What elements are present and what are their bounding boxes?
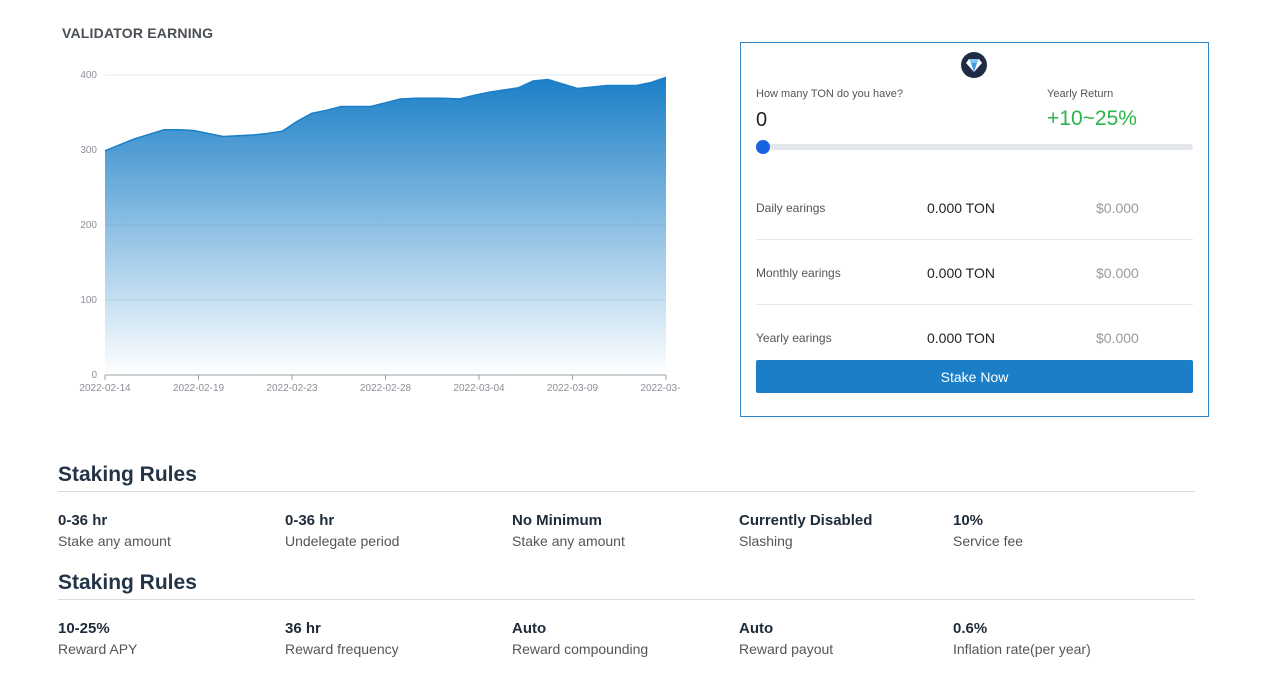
rule-value: 10-25% [58, 620, 110, 637]
x-tick-label: 2022-03-09 [547, 383, 599, 394]
row-ton-value: 0.000 TON [927, 200, 995, 216]
yearly-return-label: Yearly Return [1047, 88, 1114, 100]
row-label: Monthly earings [756, 266, 841, 280]
rule-value: Currently Disabled [739, 512, 873, 529]
rule-label: Reward APY [58, 641, 138, 657]
y-tick-label: 200 [80, 220, 97, 231]
rules-list: 0-36 hr Stake any amount 0-36 hr Undeleg… [58, 492, 1195, 550]
rule-value: 0-36 hr [285, 512, 335, 529]
gem-icon [961, 52, 987, 78]
rule-value: No Minimum [512, 512, 602, 529]
chart-title: VALIDATOR EARNING [62, 25, 214, 41]
rule-item: 10-25% Reward APY [58, 600, 137, 657]
earning-area [105, 77, 666, 376]
daily-earnings-row: Daily earings 0.000 TON $0.000 [756, 175, 1193, 240]
section-title: Staking Rules [58, 571, 1195, 600]
rule-item: Currently Disabled Slashing [739, 492, 872, 549]
row-ton-value: 0.000 TON [927, 330, 995, 346]
rules-list: 10-25% Reward APY 36 hr Reward frequency… [58, 600, 1195, 658]
rule-label: Stake any amount [512, 533, 625, 549]
slider-thumb[interactable] [756, 140, 770, 154]
x-tick-label: 2022-02-23 [266, 383, 318, 394]
rule-label: Reward frequency [285, 641, 399, 657]
rule-value: Auto [739, 620, 774, 637]
row-label: Yearly earings [756, 331, 832, 345]
yearly-return-value: +10~25% [1047, 107, 1137, 130]
rule-label: Inflation rate(per year) [953, 641, 1091, 657]
y-tick-label: 300 [80, 145, 97, 156]
rule-item: No Minimum Stake any amount [512, 492, 625, 549]
y-tick-label: 100 [80, 295, 97, 306]
rule-label: Slashing [739, 533, 793, 549]
staking-calculator: How many TON do you have? Yearly Return … [740, 42, 1209, 417]
ton-amount-value[interactable]: 0 [756, 109, 767, 132]
rule-item: Auto Reward compounding [512, 600, 648, 657]
rule-label: Stake any amount [58, 533, 171, 549]
staking-rules-section: Staking Rules 0-36 hr Stake any amount 0… [58, 463, 1195, 550]
rule-value: Auto [512, 620, 547, 637]
rule-label: Undelegate period [285, 533, 400, 549]
validator-earning-chart: 0 100 200 300 400 2022-02-14 2022-02-19 2022-02… [79, 70, 680, 394]
rule-label: Service fee [953, 533, 1024, 549]
x-tick-label: 2022-02-14 [79, 383, 131, 394]
rule-value: 0-36 hr [58, 512, 108, 529]
rule-item: 0-36 hr Stake any amount [58, 492, 171, 549]
monthly-earnings-row: Monthly earings 0.000 TON $0.000 [756, 240, 1193, 305]
y-tick-label: 400 [80, 70, 97, 81]
row-usd-value: $0.000 [1096, 330, 1139, 346]
x-tick-label: 2022-03-04 [453, 383, 505, 394]
rule-value: 10% [953, 512, 984, 529]
rule-item: 10% Service fee [953, 492, 1023, 549]
stake-now-button[interactable]: Stake Now [756, 360, 1193, 393]
x-tick-label: 2022-02-19 [173, 383, 225, 394]
rule-item: 0.6% Inflation rate(per year) [953, 600, 1091, 657]
rule-label: Reward compounding [512, 641, 649, 657]
reward-rules-section: Staking Rules 10-25% Reward APY 36 hr Re… [58, 571, 1195, 658]
rule-item: 36 hr Reward frequency [285, 600, 399, 657]
ton-amount-slider[interactable] [756, 144, 1193, 150]
row-usd-value: $0.000 [1096, 265, 1139, 281]
x-tick-label: 2022-02-28 [360, 383, 412, 394]
section-title: Staking Rules [58, 463, 1195, 492]
x-tick-label: 2022-03-14 [640, 383, 680, 394]
rule-item: Auto Reward payout [739, 600, 833, 657]
ton-amount-label: How many TON do you have? [756, 88, 903, 100]
row-label: Daily earings [756, 201, 826, 215]
row-ton-value: 0.000 TON [927, 265, 995, 281]
y-tick-label: 0 [91, 370, 97, 381]
rule-label: Reward payout [739, 641, 834, 657]
rule-value: 36 hr [285, 620, 321, 637]
rule-value: 0.6% [953, 620, 988, 637]
rule-item: 0-36 hr Undelegate period [285, 492, 399, 549]
row-usd-value: $0.000 [1096, 200, 1139, 216]
